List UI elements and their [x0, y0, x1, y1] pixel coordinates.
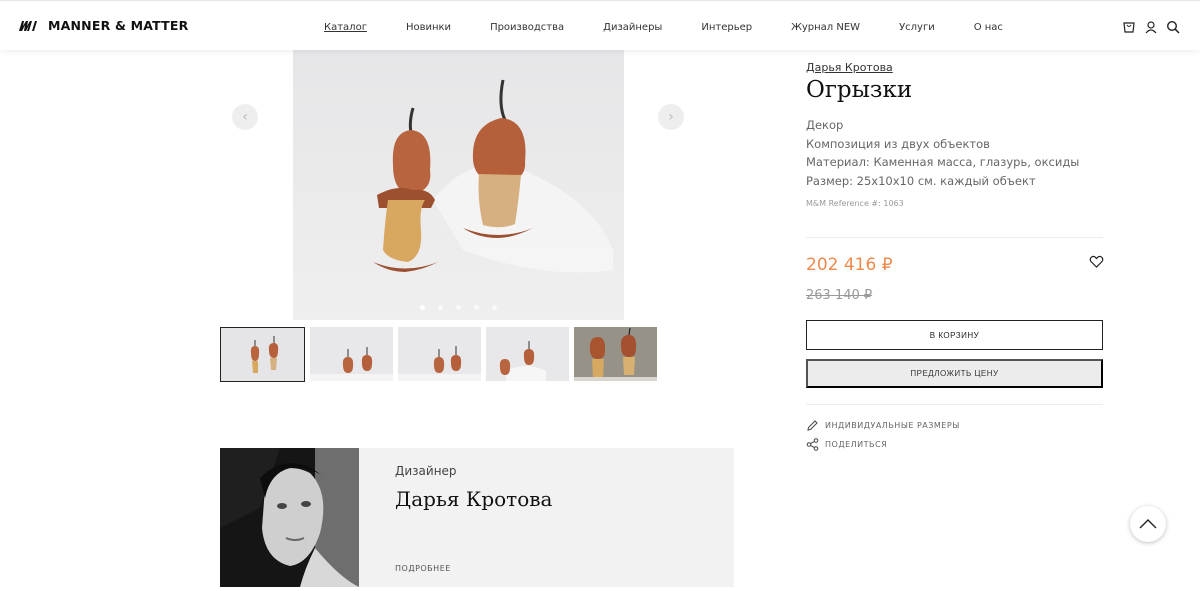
heart-icon — [1089, 255, 1104, 268]
gallery-dot[interactable] — [492, 305, 497, 310]
favorite-button[interactable] — [1089, 254, 1104, 269]
designer-more-link[interactable]: ПОДРОБНЕЕ — [395, 564, 451, 573]
add-to-cart-button[interactable]: В КОРЗИНУ — [806, 320, 1103, 350]
thumbnail[interactable] — [398, 327, 481, 381]
logo[interactable]: MANNER & MATTER — [18, 18, 188, 33]
gallery-dot[interactable] — [420, 305, 425, 310]
share-label: ПОДЕЛИТЬСЯ — [825, 440, 888, 449]
gallery-dots — [293, 305, 624, 310]
logo-text: MANNER & MATTER — [48, 18, 189, 33]
thumbnail[interactable] — [220, 327, 305, 382]
search-icon[interactable] — [1166, 19, 1180, 34]
make-offer-button[interactable]: ПРЕДЛОЖИТЬ ЦЕНУ — [806, 359, 1103, 388]
gallery-thumbnails — [220, 327, 657, 382]
product-reference: M&M Reference #: 1063 — [806, 199, 904, 208]
gallery-prev-button[interactable]: ‹ — [232, 104, 258, 130]
nav-interior[interactable]: Интерьер — [701, 22, 752, 33]
nav-designers[interactable]: Дизайнеры — [603, 22, 662, 33]
designer-photo[interactable] — [220, 448, 359, 587]
product-main-image[interactable] — [293, 50, 624, 320]
nav-new[interactable]: Новинки — [406, 22, 451, 33]
share-link[interactable]: ПОДЕЛИТЬСЯ — [806, 438, 887, 451]
logo-mark-icon — [19, 20, 37, 31]
gallery-dot[interactable] — [474, 305, 479, 310]
scroll-to-top-button[interactable] — [1130, 506, 1166, 542]
divider — [806, 237, 1103, 238]
product-title: Огрызки — [806, 77, 913, 103]
designer-name[interactable]: Дарья Кротова — [395, 487, 552, 511]
designer-kicker: Дизайнер — [395, 464, 457, 478]
gallery-next-button[interactable]: › — [658, 104, 684, 130]
product-price: 202 416 ₽ — [806, 255, 893, 275]
thumbnail[interactable] — [486, 327, 569, 381]
cart-icon[interactable] — [1122, 19, 1136, 33]
header-icons — [1122, 19, 1180, 34]
product-photo — [293, 50, 624, 320]
product-detail-composition: Композиция из двух объектов — [806, 136, 990, 151]
gallery-dot[interactable] — [438, 305, 443, 310]
share-icon — [806, 438, 819, 451]
product-old-price: 263 140 ₽ — [806, 288, 873, 303]
custom-sizes-label: ИНДИВИДУАЛЬНЫЕ РАЗМЕРЫ — [825, 421, 960, 430]
custom-sizes-link[interactable]: ИНДИВИДУАЛЬНЫЕ РАЗМЕРЫ — [806, 419, 960, 432]
product-detail-category: Декор — [806, 118, 844, 132]
product-detail-size: Размер: 25х10х10 см. каждый объект — [806, 173, 1036, 188]
chevron-up-icon — [1139, 519, 1157, 529]
product-detail-material: Материал: Каменная масса, глазурь, оксид… — [806, 155, 1080, 169]
nav-catalog[interactable]: Каталог — [324, 22, 367, 33]
product-details: Декор Композиция из двух объектов Матери… — [806, 116, 1079, 190]
divider — [806, 404, 1103, 405]
nav-about[interactable]: О нас — [974, 22, 1003, 33]
designer-card: Дизайнер Дарья Кротова ПОДРОБНЕЕ — [220, 448, 734, 587]
user-icon[interactable] — [1144, 19, 1158, 34]
pencil-icon — [807, 420, 818, 431]
site-header: MANNER & MATTER Каталог Новинки Производ… — [0, 0, 1200, 50]
product-designer-link[interactable]: Дарья Кротова — [806, 61, 893, 74]
nav-manufacturers[interactable]: Производства — [490, 22, 564, 33]
nav-services[interactable]: Услуги — [899, 22, 935, 33]
gallery-dot[interactable] — [456, 305, 461, 310]
thumbnail[interactable] — [310, 327, 393, 381]
thumbnail[interactable] — [574, 327, 657, 381]
main-nav: Каталог Новинки Производства Дизайнеры И… — [324, 22, 1042, 33]
nav-journal[interactable]: Журнал NEW — [791, 22, 860, 33]
